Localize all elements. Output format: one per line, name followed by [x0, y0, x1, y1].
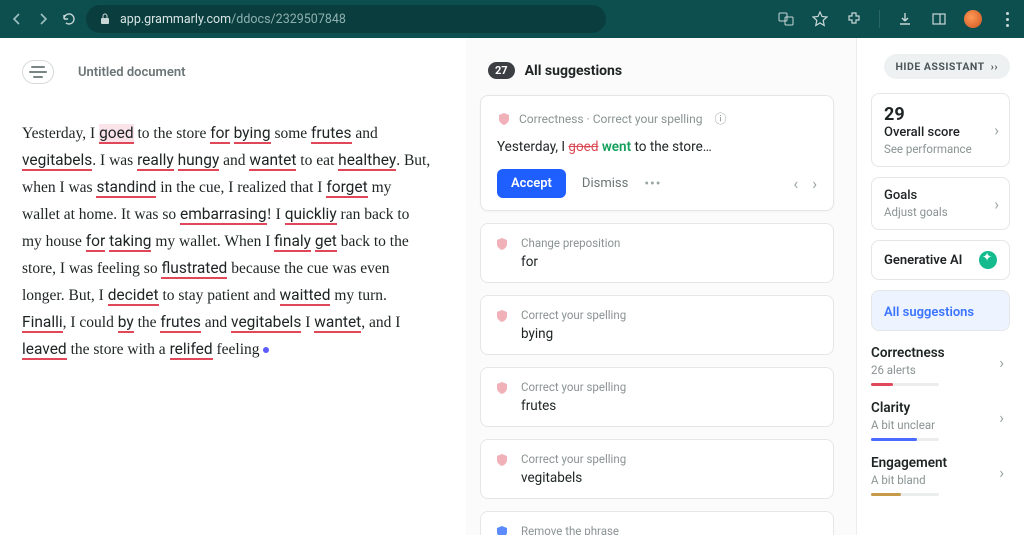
browser-chrome: app.grammarly.com/ddocs/2329507848: [0, 0, 1024, 38]
metric-title: Engagement: [871, 455, 1010, 471]
extensions-icon[interactable]: [845, 10, 863, 28]
forward-icon[interactable]: [34, 10, 52, 28]
suggestion-label: Change preposition: [521, 236, 620, 250]
suggestion-value: for: [521, 254, 620, 270]
editor-column: Untitled document Yesterday, I goed to t…: [0, 38, 466, 535]
hide-assistant-button[interactable]: HIDE ASSISTANT››: [884, 54, 1010, 79]
card-nav: ‹ ›: [793, 174, 817, 193]
back-icon[interactable]: [8, 10, 26, 28]
suggestion-card[interactable]: Correct your spelling bying: [480, 295, 834, 355]
dismiss-button[interactable]: Dismiss: [582, 176, 628, 191]
editor-header: Untitled document: [22, 60, 432, 84]
suggestions-column: 27 All suggestions Correctness · Correct…: [466, 38, 856, 535]
metric-sub: A bit bland: [871, 473, 1010, 487]
translate-icon[interactable]: [777, 10, 795, 28]
suggestion-label: Correct your spelling: [521, 452, 626, 466]
score-panel[interactable]: 29 Overall score See performance ›: [871, 93, 1010, 167]
app-root: Untitled document Yesterday, I goed to t…: [0, 38, 1024, 535]
chrome-actions: [777, 10, 1016, 28]
suggestions-title: All suggestions: [525, 63, 622, 79]
profile-avatar[interactable]: [964, 10, 982, 28]
metric-title: Correctness: [871, 345, 1010, 361]
more-icon[interactable]: •••: [644, 176, 661, 192]
metric-bar: [871, 493, 939, 496]
card-actions: Accept Dismiss ••• ‹ ›: [497, 169, 817, 198]
assistant-sidebar: HIDE ASSISTANT›› 29 Overall score See pe…: [856, 38, 1024, 535]
next-icon[interactable]: ›: [812, 174, 817, 193]
metric-sub: 26 alerts: [871, 363, 1010, 377]
suggestion-card[interactable]: Correct your spelling vegitabels: [480, 439, 834, 499]
card-category-row: Correctness · Correct your spelling ⓘ: [497, 110, 817, 127]
suggestion-label: Correct your spelling: [521, 308, 626, 322]
metric-title: Clarity: [871, 400, 1010, 416]
document-body[interactable]: Yesterday, I goed to the store for bying…: [22, 120, 432, 363]
goals-sub: Adjust goals: [884, 205, 997, 219]
suggestions-header: 27 All suggestions: [488, 62, 834, 79]
suggestion-value: vegitabels: [521, 470, 626, 486]
suggestion-sentence: Yesterday, I goed went to the store…: [497, 139, 817, 155]
metric-clarity[interactable]: Clarity A bit unclear: [871, 400, 1010, 441]
goals-panel[interactable]: Goals Adjust goals ›: [871, 177, 1010, 230]
menu-icon[interactable]: [998, 10, 1016, 28]
score-value: 29: [884, 104, 997, 125]
suggestion-card-main: Correctness · Correct your spelling ⓘ Ye…: [480, 95, 834, 211]
shield-icon: [495, 308, 509, 322]
chevron-right-icon: ›: [994, 121, 999, 140]
url-text: app.grammarly.com/ddocs/2329507848: [120, 12, 346, 27]
shield-icon: [497, 112, 511, 126]
suggestion-card[interactable]: Correct your spelling frutes: [480, 367, 834, 427]
shield-icon: [495, 452, 509, 466]
prev-icon[interactable]: ‹: [793, 174, 798, 193]
metric-bar: [871, 438, 939, 441]
card-category: Correctness · Correct your spelling: [519, 112, 702, 126]
chevron-right-icon: ››: [991, 60, 998, 73]
allsugg-label: All suggestions: [884, 305, 974, 320]
document-title[interactable]: Untitled document: [78, 65, 185, 80]
goals-label: Goals: [884, 188, 997, 203]
metric-sub: A bit unclear: [871, 418, 1010, 432]
accept-button[interactable]: Accept: [497, 169, 566, 198]
metric-engagement[interactable]: Engagement A bit bland: [871, 455, 1010, 496]
metric-correctness[interactable]: Correctness 26 alerts: [871, 345, 1010, 386]
info-icon[interactable]: ⓘ: [714, 110, 726, 127]
divider: [879, 10, 880, 28]
cursor-indicator: [263, 347, 269, 353]
score-label: Overall score: [884, 125, 997, 140]
suggestion-label: Remove the phrase: [521, 524, 619, 535]
download-icon[interactable]: [896, 10, 914, 28]
metric-bar: [871, 383, 939, 386]
menu-toggle[interactable]: [22, 60, 54, 84]
suggestion-label: Correct your spelling: [521, 380, 626, 394]
shield-icon: [495, 380, 509, 394]
shield-icon: [495, 524, 509, 535]
shield-icon: [495, 236, 509, 250]
all-suggestions-panel[interactable]: All suggestions: [871, 290, 1010, 331]
address-bar[interactable]: app.grammarly.com/ddocs/2329507848: [86, 5, 606, 33]
suggestion-value: bying: [521, 326, 626, 342]
suggestion-count-badge: 27: [488, 62, 515, 79]
sparkle-icon: [979, 251, 997, 269]
score-sub: See performance: [884, 142, 997, 156]
suggestion-card[interactable]: Change preposition for: [480, 223, 834, 283]
genai-label: Generative AI: [884, 253, 962, 268]
chevron-right-icon: ›: [994, 194, 999, 213]
site-info-icon[interactable]: [98, 12, 112, 26]
reload-icon[interactable]: [60, 10, 78, 28]
panel-icon[interactable]: [930, 10, 948, 28]
suggestion-card[interactable]: Remove the phrasereally: [480, 511, 834, 535]
generative-ai-panel[interactable]: Generative AI: [871, 240, 1010, 280]
star-icon[interactable]: [811, 10, 829, 28]
suggestion-value: frutes: [521, 398, 626, 414]
